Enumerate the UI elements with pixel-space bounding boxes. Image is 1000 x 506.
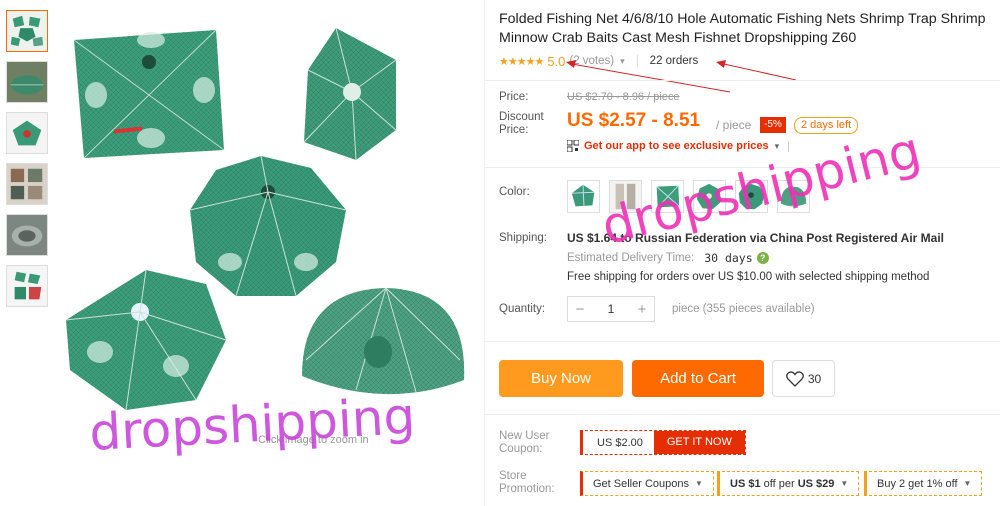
- quantity-increase-button[interactable]: +: [630, 301, 654, 318]
- net-dome: [302, 287, 465, 395]
- new-user-coupon: US $2.00 GET IT NOW: [580, 430, 746, 455]
- net-hexagon-large: [65, 269, 227, 411]
- net-octagon: [189, 155, 347, 297]
- main-product-image[interactable]: Click image to zoom in: [56, 0, 474, 456]
- seller-coupons-text: Get Seller Coupons: [593, 477, 689, 490]
- quantity-decrease-button[interactable]: −: [568, 301, 592, 318]
- divider: [484, 80, 1000, 81]
- thumbnail-6[interactable]: [6, 265, 48, 307]
- color-swatch-6[interactable]: [777, 180, 810, 213]
- help-icon[interactable]: ?: [756, 252, 769, 264]
- color-swatches: [567, 180, 819, 213]
- thumbnail-4[interactable]: [6, 163, 48, 205]
- divider: [484, 341, 1000, 342]
- coupon-amount: US $2.00: [597, 436, 643, 449]
- chevron-down-icon[interactable]: ▾: [775, 141, 780, 152]
- divider: [484, 414, 1000, 415]
- thumbnail-strip: [6, 10, 48, 316]
- color-label: Color:: [499, 186, 530, 198]
- promo-threshold: US $29: [797, 477, 835, 490]
- heart-icon: [785, 370, 804, 387]
- color-swatch-4[interactable]: [693, 180, 726, 213]
- discount-price: US $2.57 - 8.51: [567, 110, 701, 131]
- discount-promo-dropdown[interactable]: US $1 off per US $29 ▼: [717, 471, 860, 496]
- net-hexagon: [303, 27, 397, 161]
- promo-amount: US $1: [730, 477, 761, 490]
- quantity-input[interactable]: 1: [592, 302, 630, 316]
- product-title: Folded Fishing Net 4/6/8/10 Hole Automat…: [499, 11, 986, 46]
- color-swatch-2[interactable]: [609, 180, 642, 213]
- caret-down-icon: ▼: [963, 479, 972, 488]
- quantity-label: Quantity:: [499, 303, 546, 315]
- divider: [484, 167, 1000, 168]
- free-shipping-note: Free shipping for orders over US $10.00 …: [567, 271, 930, 283]
- shipping-label: Shipping:: [499, 232, 547, 244]
- original-price: US $2.70 - 8.96 / piece: [567, 91, 680, 103]
- divider: [788, 140, 790, 152]
- bundle-promo-text: Buy 2 get 1% off: [877, 477, 958, 490]
- bundle-promo-dropdown[interactable]: Buy 2 get 1% off ▼: [864, 471, 983, 496]
- app-prices-link[interactable]: Get our app to see exclusive prices ▾: [567, 140, 790, 152]
- price-label: Price:: [499, 91, 529, 103]
- discount-badge: -5%: [760, 117, 786, 133]
- buy-now-button[interactable]: Buy Now: [499, 360, 623, 397]
- wishlist-button[interactable]: 30: [772, 360, 835, 397]
- thumbnail-3[interactable]: [6, 112, 48, 154]
- quantity-available: piece (355 pieces available): [672, 303, 815, 315]
- color-swatch-3[interactable]: [651, 180, 684, 213]
- thumbnail-1[interactable]: [6, 10, 48, 52]
- add-to-cart-button[interactable]: Add to Cart: [632, 360, 764, 397]
- seller-coupons-dropdown[interactable]: Get Seller Coupons ▼: [580, 471, 714, 496]
- days-left-badge: 2 days left: [794, 117, 859, 134]
- shipping-method[interactable]: US $1.64 to Russian Federation via China…: [567, 231, 944, 245]
- net-square: [73, 29, 225, 159]
- new-user-coupon-label: New User Coupon:: [499, 430, 550, 455]
- estimated-delivery: Estimated Delivery Time: 30 days ?: [567, 251, 769, 265]
- estimated-delivery-label: Estimated Delivery Time:: [567, 252, 695, 264]
- estimated-delivery-days: 30 days: [704, 251, 753, 265]
- discount-price-label: Discount Price:: [499, 111, 544, 136]
- quantity-stepper: − 1 +: [567, 296, 655, 322]
- thumbnail-2[interactable]: [6, 61, 48, 103]
- color-swatch-5[interactable]: [735, 180, 768, 213]
- promo-text: off per: [760, 477, 798, 490]
- wishlist-count: 30: [807, 371, 822, 386]
- caret-down-icon: ▼: [840, 479, 849, 488]
- get-it-now-button[interactable]: GET IT NOW: [653, 431, 745, 454]
- star-rating-icon: ★★★★★: [499, 55, 544, 68]
- store-promotion-label: Store Promotion:: [499, 470, 555, 495]
- column-divider: [484, 0, 485, 506]
- qr-code-icon: [567, 140, 579, 152]
- color-swatch-1[interactable]: [567, 180, 600, 213]
- caret-down-icon: ▼: [695, 479, 703, 488]
- thumbnail-5[interactable]: [6, 214, 48, 256]
- per-piece-label: / piece: [716, 118, 752, 132]
- app-prices-text[interactable]: Get our app to see exclusive prices: [584, 140, 769, 152]
- zoom-hint: Click image to zoom in: [258, 434, 369, 446]
